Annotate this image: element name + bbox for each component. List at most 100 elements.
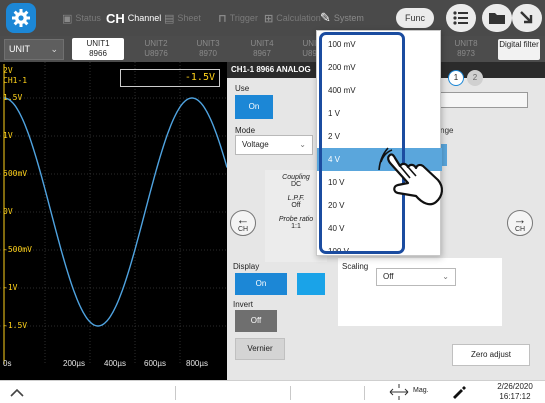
tab-trigger-label: Trigger <box>229 13 258 23</box>
x-tick-label: 0s <box>3 359 12 368</box>
tab-status[interactable]: ▣ Status <box>62 8 101 28</box>
tab-calculation-label: Calculation <box>276 13 321 23</box>
prev-channel-label: CH <box>237 226 249 233</box>
list-button[interactable] <box>446 4 476 32</box>
clock: 2/26/2020 16:17:12 <box>487 382 543 402</box>
unit-selector[interactable]: UNIT ⌄ <box>4 39 64 60</box>
folder-button[interactable] <box>482 4 512 32</box>
range-dropdown-list[interactable]: 100 mV 200 mV 400 mV 1 V 2 V 4 V 10 V 20… <box>316 30 442 256</box>
unit-tab-3[interactable]: UNIT3 8970 <box>182 38 234 60</box>
status-bar: Mag. 2/26/2020 16:17:12 <box>0 380 545 403</box>
range-option[interactable]: 1 V <box>317 102 442 125</box>
name-field[interactable] <box>434 92 528 108</box>
tab-status-label: Status <box>75 13 101 23</box>
status-separator <box>364 386 365 400</box>
func-button[interactable]: Func <box>396 8 434 28</box>
y-tick-label: 0V <box>3 207 13 216</box>
chevron-down-icon: ⌄ <box>299 140 306 149</box>
arrow-right-icon: → <box>513 212 527 227</box>
unit-tab-4[interactable]: UNIT4 8967 <box>236 38 288 60</box>
unit-tab-model: U8976 <box>144 49 168 58</box>
tab-system-label: System <box>333 13 364 23</box>
invert-toggle[interactable]: Off <box>235 310 277 332</box>
tab-channel-label: Channel <box>127 13 162 23</box>
waveform-display[interactable]: 2V CH1-1 -1.5V 1.5V 1V 500mV 0V -500mV -… <box>0 62 227 380</box>
status-icon: ▣ <box>62 12 73 25</box>
y-tick-label: 500mV <box>3 169 28 178</box>
vernier-button[interactable]: Vernier <box>235 338 285 360</box>
chevron-down-icon: ⌄ <box>50 44 58 54</box>
display-label: Display <box>233 262 260 271</box>
sheet-icon: ▤ <box>164 12 175 25</box>
display-toggle[interactable]: On <box>235 273 287 295</box>
x-tick-label: 800µs <box>186 359 208 368</box>
range-option[interactable]: 40 V <box>317 217 442 240</box>
scaling-value: Off <box>383 272 394 281</box>
scaling-select[interactable]: Off ⌄ <box>376 268 456 286</box>
folder-icon <box>489 13 505 24</box>
unit-tab-name: UNIT1 <box>86 39 110 48</box>
arrow-left-icon: ← <box>236 212 250 227</box>
unit-tab-name: UNIT4 <box>250 39 274 48</box>
minimize-button[interactable] <box>512 4 542 32</box>
time-text: 16:17:12 <box>499 392 531 401</box>
chevron-up-icon[interactable] <box>10 388 24 398</box>
calculation-icon: ⊞ <box>264 12 274 25</box>
range-option[interactable]: 100 V <box>317 240 442 256</box>
channel-label: CH1-1 <box>3 76 28 85</box>
digital-filter-button[interactable]: Digital filter <box>498 39 540 60</box>
unit-tab-name: UNIT8 <box>454 39 478 48</box>
y-tick-label: 1V <box>3 131 13 140</box>
system-icon: ✎ <box>320 10 331 25</box>
next-channel-label: CH <box>514 226 526 233</box>
zoom-arrows-icon[interactable] <box>388 383 410 401</box>
scaling-label: Scaling <box>342 262 369 271</box>
zero-adjust-button[interactable]: Zero adjust <box>452 344 530 366</box>
date-text: 2/26/2020 <box>497 382 533 391</box>
range-option[interactable]: 400 mV <box>317 79 442 102</box>
tab-trigger[interactable]: ⊓ Trigger <box>218 8 258 28</box>
trigger-icon: ⊓ <box>218 12 227 25</box>
use-toggle[interactable]: On <box>235 95 273 119</box>
unit-tab-8[interactable]: UNIT8 8973 <box>440 38 492 60</box>
page-tab-1[interactable]: 1 <box>448 70 464 86</box>
tab-channel[interactable]: CH Channel <box>106 8 161 28</box>
status-separator <box>175 386 176 400</box>
unit-selector-label: UNIT <box>9 44 30 54</box>
tab-sheet[interactable]: ▤ Sheet <box>164 8 201 28</box>
range-top-label: 2V <box>3 66 13 75</box>
range-option[interactable]: 100 mV <box>317 33 442 56</box>
y-tick-label: -1V <box>3 283 18 292</box>
range-option[interactable]: 2 V <box>317 125 442 148</box>
y-tick-label: -500mV <box>3 245 32 254</box>
waveform-grid <box>0 62 227 364</box>
unit-bar: UNIT ⌄ UNIT1 8966 UNIT2 U8976 UNIT3 8970… <box>0 36 545 62</box>
use-label: Use <box>235 84 250 93</box>
mag-label: Mag. <box>413 387 429 394</box>
unit-tab-1[interactable]: UNIT1 8966 <box>72 38 124 60</box>
pen-icon[interactable] <box>450 384 466 400</box>
x-tick-label: 600µs <box>144 359 166 368</box>
invert-label: Invert <box>233 300 254 309</box>
display-color-swatch[interactable] <box>297 273 325 295</box>
settings-button[interactable] <box>6 3 36 33</box>
scaling-card: Scaling Off ⌄ <box>338 258 502 326</box>
status-separator <box>290 386 291 400</box>
y-tick-label: -1.5V <box>3 321 28 330</box>
waveform-trace <box>3 97 227 327</box>
hand-pointer-icon <box>378 147 443 206</box>
prev-channel-button[interactable]: ← CH <box>230 210 256 236</box>
unit-tab-model: 8967 <box>253 49 271 58</box>
page-tab-2[interactable]: 2 <box>467 70 483 86</box>
tab-system[interactable]: ✎ System <box>320 8 364 28</box>
mode-select[interactable]: Voltage ⌄ <box>235 135 313 155</box>
x-tick-label: 200µs <box>63 359 85 368</box>
tab-calculation[interactable]: ⊞ Calculation <box>264 8 321 28</box>
minimize-icon <box>520 11 533 24</box>
unit-tab-2[interactable]: UNIT2 U8976 <box>130 38 182 60</box>
chevron-down-icon: ⌄ <box>442 272 449 281</box>
list-icon <box>453 11 468 25</box>
next-channel-button[interactable]: → CH <box>507 210 533 236</box>
unit-tab-model: 8966 <box>89 49 107 58</box>
range-option[interactable]: 200 mV <box>317 56 442 79</box>
